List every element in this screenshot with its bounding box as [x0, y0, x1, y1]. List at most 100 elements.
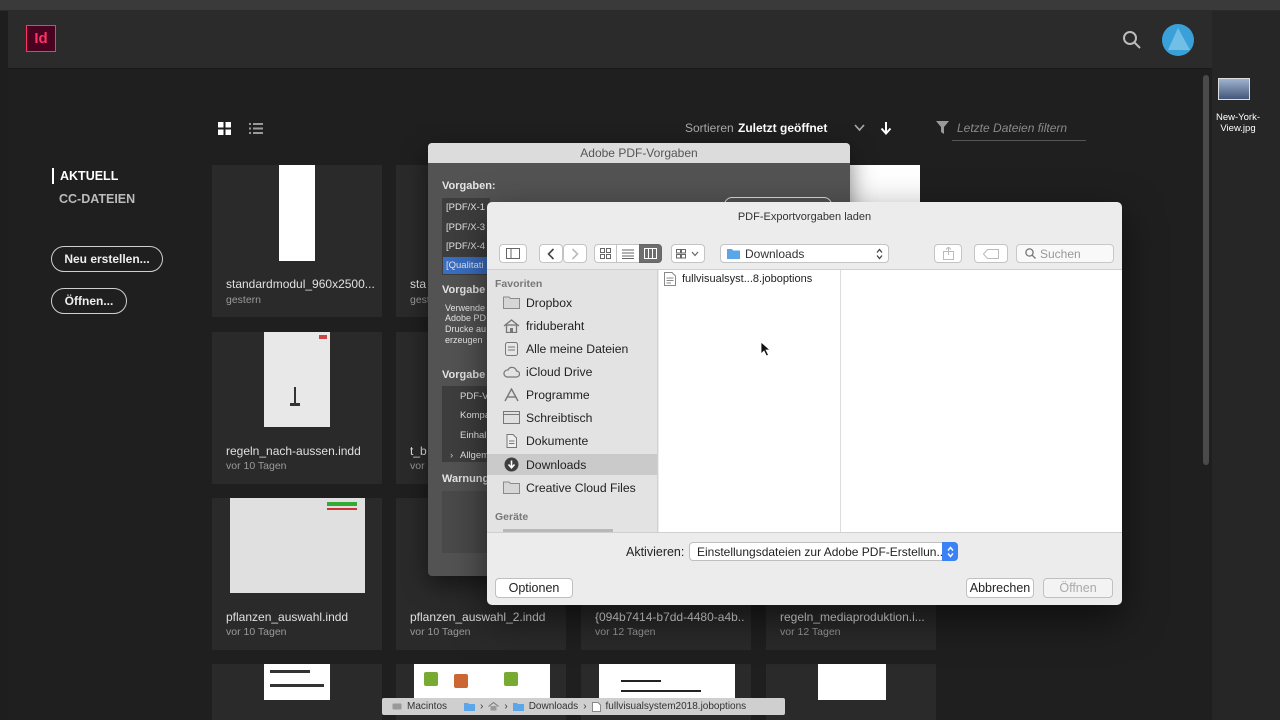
- desktop-file-label[interactable]: New-York-View.jpg: [1208, 112, 1268, 134]
- sidebar-item-dokumente[interactable]: Dokumente: [487, 430, 657, 451]
- description-line: Drucke au: [445, 324, 487, 334]
- all-files-icon: [503, 341, 520, 356]
- file-column[interactable]: [659, 270, 841, 532]
- search-icon: [1025, 248, 1036, 259]
- sidebar-item-label: Programme: [526, 387, 590, 402]
- filter-icon: [936, 121, 949, 135]
- file-thumbnail: [279, 165, 315, 261]
- document-icon: [503, 433, 520, 448]
- search-icon[interactable]: [1122, 30, 1142, 50]
- sidebar-toggle-icon[interactable]: [499, 244, 527, 263]
- path-segment[interactable]: Downloads: [529, 701, 578, 712]
- joboptions-file-icon: [591, 701, 601, 712]
- preset-item[interactable]: [PDF/X-1: [446, 202, 485, 213]
- sidebar-item-label: Creative Cloud Files: [526, 480, 636, 495]
- path-separator: ›: [504, 701, 508, 712]
- sidebar-item-schreibtisch[interactable]: Schreibtisch: [487, 407, 657, 428]
- sort-label: Sortieren: [685, 121, 734, 135]
- folder-icon: [512, 702, 524, 711]
- sidebar-item-icloud-drive[interactable]: iCloud Drive: [487, 361, 657, 382]
- favorites-heading: Favoriten: [495, 278, 543, 290]
- settings-item: PDF-V: [460, 391, 489, 402]
- sidebar-item-aktuell[interactable]: AKTUELL: [52, 168, 118, 184]
- path-separator: ›: [583, 701, 587, 712]
- home-icon: [488, 702, 500, 711]
- sidebar-item-alle-meine-dateien[interactable]: Alle meine Dateien: [487, 338, 657, 359]
- open-button[interactable]: Öffnen: [1043, 578, 1113, 598]
- warnings-box: [442, 491, 488, 553]
- sheet-title: PDF-Exportvorgaben laden: [737, 211, 872, 223]
- sidebar-item-friduberaht[interactable]: friduberaht: [487, 315, 657, 336]
- icon-view-icon[interactable]: [594, 244, 617, 263]
- finder-search-field[interactable]: [1016, 244, 1114, 263]
- settings-item: Kompa: [460, 410, 491, 421]
- sidebar-item-downloads[interactable]: Downloads: [487, 454, 657, 475]
- scrollbar[interactable]: [1203, 75, 1209, 465]
- sidebar-item-label: Downloads: [526, 457, 587, 472]
- presets-label: Vorgaben:: [442, 180, 496, 192]
- file-type-value: Einstellungsdateien zur Adobe PDF-Erstel…: [697, 544, 947, 559]
- chevron-right-icon[interactable]: ›: [450, 450, 453, 461]
- new-document-button[interactable]: Neu erstellen...: [51, 246, 163, 272]
- back-icon[interactable]: [539, 244, 563, 263]
- app-header: [8, 11, 1212, 69]
- open-file-button[interactable]: Öffnen...: [51, 288, 127, 314]
- sort-dropdown[interactable]: Zuletzt geöffnet: [738, 121, 827, 135]
- location-label: Downloads: [745, 246, 805, 261]
- home-icon: [503, 318, 520, 333]
- grid-view-icon[interactable]: [218, 122, 231, 135]
- group-by-icon[interactable]: [671, 244, 705, 263]
- column-view-icon[interactable]: [639, 244, 662, 263]
- footer-divider: [487, 532, 1122, 533]
- file-thumbnail: [264, 664, 330, 700]
- updown-chevron-icon[interactable]: [942, 542, 958, 561]
- avatar[interactable]: [1162, 24, 1194, 56]
- sidebar-item-label: Dropbox: [526, 295, 573, 310]
- options-button[interactable]: Optionen: [495, 578, 573, 598]
- description-line: erzeugen: [445, 335, 483, 345]
- tag-icon[interactable]: [974, 244, 1008, 263]
- file-thumbnail: [230, 498, 365, 593]
- sidebar-item-creative-cloud-files[interactable]: Creative Cloud Files: [487, 477, 657, 498]
- sidebar-item-cc-dateien[interactable]: CC-DATEIEN: [59, 191, 135, 207]
- preset-item[interactable]: [PDF/X-4: [446, 241, 485, 252]
- path-segment[interactable]: Macintos: [407, 701, 447, 712]
- file-name: sta: [410, 277, 427, 291]
- search-input[interactable]: [1040, 246, 1110, 261]
- list-view-icon[interactable]: [249, 122, 263, 135]
- file-date: vor 10 Tagen: [226, 460, 287, 472]
- settings-item: Einhal: [460, 430, 487, 441]
- path-segment[interactable]: fullvisualsystem2018.joboptions: [606, 701, 747, 712]
- menu-bar-strip: [0, 0, 1280, 11]
- preset-item-selected[interactable]: [Qualitati: [443, 257, 490, 274]
- desktop-file-thumbnail[interactable]: [1218, 78, 1250, 100]
- pdf-presets-dialog-title: Adobe PDF-Vorgaben: [428, 143, 850, 163]
- sort-direction-arrow-icon[interactable]: [880, 122, 892, 135]
- activate-label: Aktivieren:: [626, 545, 685, 559]
- drive-icon: [392, 702, 402, 711]
- file-thumbnail: [414, 664, 550, 700]
- share-icon[interactable]: [934, 244, 962, 263]
- file-date: gest: [410, 294, 430, 306]
- recent-files-filter-input[interactable]: [952, 116, 1086, 141]
- sidebar-item-dropbox[interactable]: Dropbox: [487, 292, 657, 313]
- file-type-select[interactable]: Einstellungsdateien zur Adobe PDF-Erstel…: [689, 542, 958, 561]
- location-dropdown[interactable]: Downloads: [720, 244, 889, 263]
- file-name: regeln_nach-aussen.indd: [226, 444, 361, 458]
- sidebar-item-label: Schreibtisch: [526, 410, 593, 425]
- forward-icon[interactable]: [563, 244, 587, 263]
- path-separator: ›: [480, 701, 484, 712]
- mouse-cursor-icon: [760, 341, 771, 357]
- chevron-down-icon[interactable]: [854, 124, 865, 132]
- list-view-icon[interactable]: [616, 244, 640, 263]
- folder-icon: [727, 248, 740, 259]
- warnings-label: Warnung: [442, 473, 490, 485]
- folder-icon: [503, 481, 520, 494]
- cancel-button[interactable]: Abbrechen: [966, 578, 1034, 598]
- file-list-item[interactable]: fullvisualsyst...8.joboptions: [664, 271, 812, 287]
- preset-item[interactable]: [PDF/X-3: [446, 222, 485, 233]
- preset-settings-label: Vorgabe: [442, 369, 486, 381]
- updown-chevron-icon: [876, 247, 888, 260]
- sidebar-item-programme[interactable]: Programme: [487, 384, 657, 405]
- file-date: vor 10 Tagen: [410, 626, 471, 638]
